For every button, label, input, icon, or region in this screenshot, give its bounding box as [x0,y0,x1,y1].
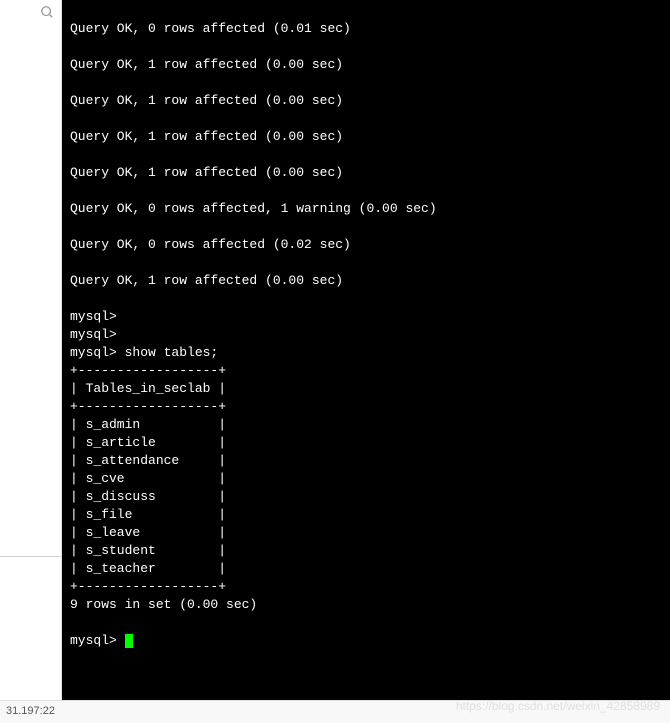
terminal-line: Query OK, 1 row affected (0.00 sec) [70,92,662,110]
terminal-line: Query OK, 0 rows affected, 1 warning (0.… [70,200,662,218]
terminal-line [70,218,662,236]
terminal-line: | s_leave | [70,524,662,542]
terminal-line [70,614,662,632]
terminal-line: Query OK, 1 row affected (0.00 sec) [70,56,662,74]
terminal-line [70,110,662,128]
terminal-cursor [125,634,133,648]
terminal-line: | s_discuss | [70,488,662,506]
terminal-line: | s_teacher | [70,560,662,578]
terminal-line: | s_admin | [70,416,662,434]
terminal-line: Query OK, 1 row affected (0.00 sec) [70,164,662,182]
terminal-line [70,74,662,92]
terminal-line: Query OK, 0 rows affected (0.01 sec) [70,20,662,38]
terminal-output[interactable]: Query OK, 0 rows affected (0.01 sec) Que… [62,0,670,700]
terminal-line [70,182,662,200]
terminal-line: mysql> [70,632,662,650]
terminal-line: +------------------+ [70,398,662,416]
terminal-line: | s_file | [70,506,662,524]
terminal-line [70,254,662,272]
search-button[interactable] [37,4,57,24]
terminal-line: mysql> [70,326,662,344]
terminal-line [70,2,662,20]
sidebar-panel [0,0,62,723]
terminal-line: mysql> [70,308,662,326]
terminal-line: +------------------+ [70,578,662,596]
terminal-line [70,146,662,164]
terminal-line: mysql> show tables; [70,344,662,362]
terminal-line: | s_article | [70,434,662,452]
terminal-line: 9 rows in set (0.00 sec) [70,596,662,614]
terminal-line [70,38,662,56]
terminal-line: | s_student | [70,542,662,560]
sidebar-divider [0,556,61,557]
search-icon [40,5,54,24]
terminal-line: Query OK, 1 row affected (0.00 sec) [70,128,662,146]
terminal-line: +------------------+ [70,362,662,380]
terminal-line: Query OK, 0 rows affected (0.02 sec) [70,236,662,254]
terminal-line: | Tables_in_seclab | [70,380,662,398]
terminal-line: | s_cve | [70,470,662,488]
status-bar: 31.197:22 [0,700,670,723]
status-text: 31.197:22 [6,705,55,717]
terminal-line [70,290,662,308]
terminal-line: | s_attendance | [70,452,662,470]
terminal-line: Query OK, 1 row affected (0.00 sec) [70,272,662,290]
